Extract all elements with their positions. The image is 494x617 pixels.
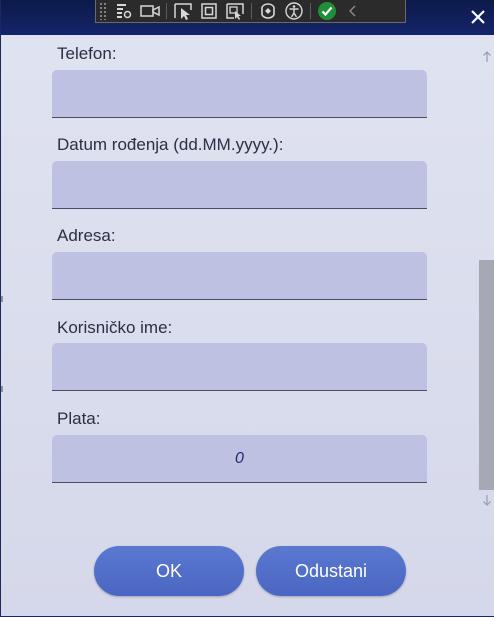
toolbar-separator bbox=[166, 3, 167, 19]
salary-label: Plata: bbox=[57, 409, 101, 428]
xaml-debug-toolbar bbox=[95, 0, 406, 23]
resize-edge-mark bbox=[1, 296, 3, 302]
scroll-down-button[interactable] bbox=[478, 493, 494, 507]
birth-date-field[interactable] bbox=[52, 161, 427, 209]
close-icon bbox=[471, 10, 485, 24]
record-icon[interactable] bbox=[137, 0, 163, 22]
select-element-icon[interactable] bbox=[170, 0, 196, 22]
arrow-down-icon bbox=[482, 495, 491, 506]
scroll-up-button[interactable] bbox=[478, 50, 494, 64]
close-button[interactable] bbox=[469, 7, 487, 27]
birth-date-label: Datum rođenja (dd.MM.yyyy.): bbox=[57, 135, 284, 154]
salary-value: 0 bbox=[235, 449, 244, 467]
phone-field[interactable] bbox=[52, 70, 427, 118]
accessibility-icon[interactable] bbox=[281, 0, 307, 22]
ok-button[interactable]: OK bbox=[94, 546, 244, 596]
display-layout-adorners-icon[interactable] bbox=[196, 0, 222, 22]
hot-reload-icon[interactable] bbox=[255, 0, 281, 22]
accessibility-checker-icon[interactable] bbox=[314, 0, 340, 22]
address-label: Adresa: bbox=[57, 226, 116, 245]
dialog-window: Telefon: Datum rođenja (dd.MM.yyyy.): Ad… bbox=[0, 0, 494, 617]
toolbar-separator bbox=[310, 3, 311, 19]
username-label: Korisničko ime: bbox=[57, 318, 173, 337]
arrow-up-icon bbox=[482, 51, 491, 62]
phone-label: Telefon: bbox=[57, 44, 117, 63]
live-visual-tree-icon[interactable] bbox=[111, 0, 137, 22]
salary-field[interactable]: 0 bbox=[52, 435, 427, 483]
username-field[interactable] bbox=[52, 343, 427, 391]
resize-edge-mark bbox=[1, 386, 3, 392]
scroll-thumb[interactable] bbox=[479, 260, 494, 490]
toolbar-separator bbox=[251, 3, 252, 19]
track-focus-icon[interactable] bbox=[222, 0, 248, 22]
title-bar bbox=[1, 0, 494, 35]
toolbar-grip[interactable] bbox=[99, 2, 107, 20]
vertical-scrollbar[interactable] bbox=[478, 44, 494, 510]
collapse-icon[interactable] bbox=[340, 0, 366, 22]
address-field[interactable] bbox=[52, 252, 427, 300]
cancel-button[interactable]: Odustani bbox=[256, 546, 406, 596]
